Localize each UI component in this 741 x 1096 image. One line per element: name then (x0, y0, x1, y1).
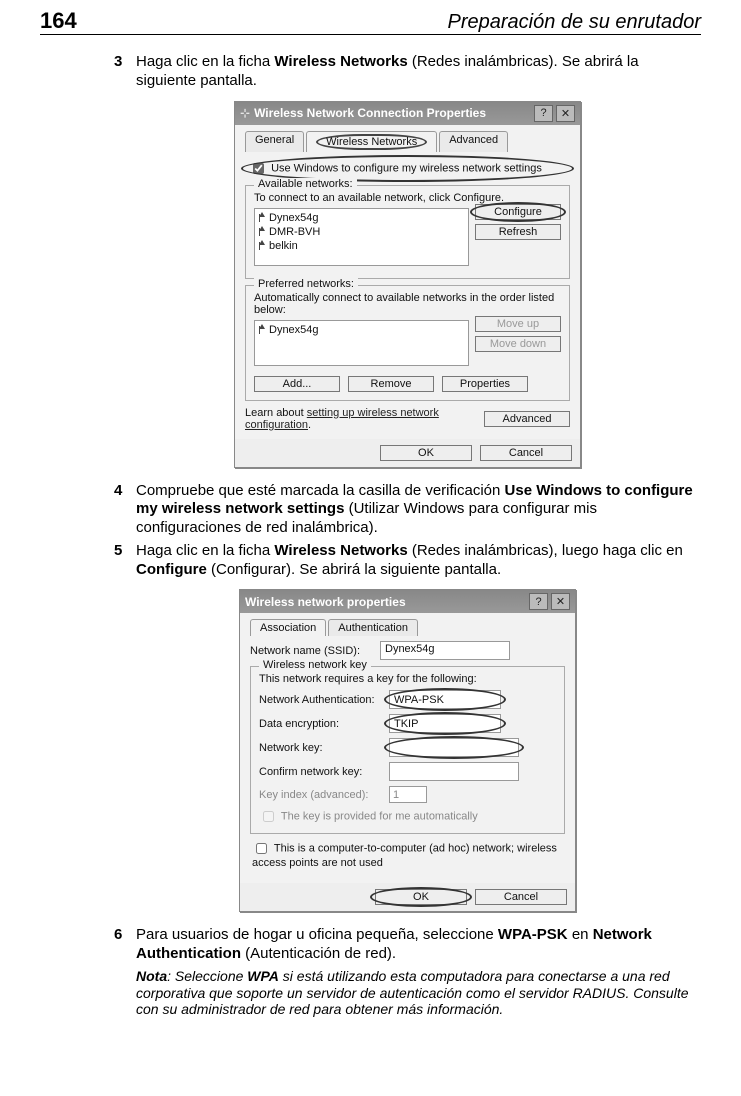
step-number: 5 (114, 542, 136, 580)
available-networks-list[interactable]: Dynex54g DMR-BVH belkin (254, 208, 469, 266)
confirm-key-input[interactable] (389, 762, 519, 781)
page-header: 164 Preparación de su enrutador (40, 8, 701, 35)
advanced-button[interactable]: Advanced (484, 411, 570, 427)
antenna-icon (259, 226, 265, 238)
group-label: Available networks: (254, 178, 357, 190)
key-hint: This network requires a key for the foll… (259, 673, 556, 685)
network-auth-label: Network Authentication: (259, 694, 389, 706)
move-up-button[interactable]: Move up (475, 316, 561, 332)
step-text: Para usuarios de hogar u oficina pequeña… (136, 926, 701, 964)
help-button[interactable]: ? (529, 593, 548, 610)
key-index-spinner: 1 (389, 786, 427, 803)
list-item[interactable]: Dynex54g (257, 323, 466, 337)
ssid-input[interactable]: Dynex54g (380, 641, 510, 660)
auto-key-label: The key is provided for me automatically (281, 811, 478, 823)
use-windows-label: Use Windows to configure my wireless net… (271, 162, 542, 174)
page-number: 164 (40, 8, 77, 34)
tab-general[interactable]: General (245, 131, 304, 152)
note-block: Nota: Seleccione WPA si está utilizando … (136, 968, 701, 1018)
tab-wireless-networks[interactable]: Wireless Networks (306, 131, 437, 152)
list-item[interactable]: Dynex54g (257, 211, 466, 225)
section-title: Preparación de su enrutador (77, 11, 701, 34)
use-windows-checkbox[interactable] (253, 163, 264, 174)
auto-key-checkbox (263, 811, 274, 822)
dialog-title: Wireless network properties (245, 595, 526, 609)
ok-button[interactable]: OK (375, 889, 467, 905)
step-4: 4 Compruebe que esté marcada la casilla … (114, 482, 701, 538)
list-item[interactable]: belkin (257, 239, 466, 253)
screenshot-connection-properties: ⊹ Wireless Network Connection Properties… (234, 101, 581, 468)
close-button[interactable]: ✕ (551, 593, 570, 610)
tab-association[interactable]: Association (250, 619, 326, 636)
step-number: 6 (114, 926, 136, 964)
network-auth-select[interactable]: WPA-PSK (389, 690, 501, 709)
antenna-icon (259, 324, 265, 336)
refresh-button[interactable]: Refresh (475, 224, 561, 240)
confirm-key-label: Confirm network key: (259, 766, 389, 778)
list-item[interactable]: DMR-BVH (257, 225, 466, 239)
preferred-hint: Automatically connect to available netwo… (254, 292, 561, 316)
dialog-titlebar: Wireless network properties ? ✕ (240, 590, 575, 613)
step-number: 4 (114, 482, 136, 538)
remove-button[interactable]: Remove (348, 376, 434, 392)
step-text: Haga clic en la ficha Wireless Networks … (136, 542, 701, 580)
move-down-button[interactable]: Move down (475, 336, 561, 352)
tab-strip: General Wireless Networks Advanced (245, 131, 570, 152)
step-number: 3 (114, 53, 136, 91)
key-index-label: Key index (advanced): (259, 789, 389, 801)
cancel-button[interactable]: Cancel (475, 889, 567, 905)
ssid-label: Network name (SSID): (250, 645, 380, 657)
tab-advanced[interactable]: Advanced (439, 131, 508, 152)
screenshot-wireless-properties: Wireless network properties ? ✕ Associat… (239, 589, 576, 912)
tab-authentication[interactable]: Authentication (328, 619, 418, 636)
adhoc-label: This is a computer-to-computer (ad hoc) … (252, 843, 557, 870)
learn-about-text: Learn about setting up wireless network … (245, 407, 478, 431)
add-button[interactable]: Add... (254, 376, 340, 392)
network-key-input[interactable] (389, 738, 519, 757)
network-key-label: Network key: (259, 742, 389, 754)
configure-button[interactable]: Configure (475, 204, 561, 220)
step-5: 5 Haga clic en la ficha Wireless Network… (114, 542, 701, 580)
step-text: Haga clic en la ficha Wireless Networks … (136, 53, 701, 91)
data-encryption-select[interactable]: TKIP (389, 714, 501, 733)
step-6: 6 Para usuarios de hogar u oficina peque… (114, 926, 701, 964)
antenna-icon (259, 212, 265, 224)
highlight-oval: Use Windows to configure my wireless net… (247, 158, 568, 179)
available-networks-group: Available networks: To connect to an ava… (245, 185, 570, 279)
tab-strip: Association Authentication (250, 619, 565, 636)
ok-button[interactable]: OK (380, 445, 472, 461)
step-3: 3 Haga clic en la ficha Wireless Network… (114, 53, 701, 91)
wireless-network-key-group: Wireless network key This network requir… (250, 666, 565, 834)
preferred-networks-group: Preferred networks: Automatically connec… (245, 285, 570, 401)
app-icon: ⊹ (240, 106, 250, 120)
help-button[interactable]: ? (534, 105, 553, 122)
adhoc-checkbox[interactable] (256, 843, 267, 854)
dialog-title: Wireless Network Connection Properties (254, 106, 531, 120)
group-label: Wireless network key (259, 659, 371, 671)
available-hint: To connect to an available network, clic… (254, 192, 561, 204)
antenna-icon (259, 240, 265, 252)
properties-button[interactable]: Properties (442, 376, 528, 392)
group-label: Preferred networks: (254, 278, 358, 290)
highlight-oval: Wireless Networks (316, 134, 427, 150)
cancel-button[interactable]: Cancel (480, 445, 572, 461)
preferred-networks-list[interactable]: Dynex54g (254, 320, 469, 366)
data-encryption-label: Data encryption: (259, 718, 389, 730)
close-button[interactable]: ✕ (556, 105, 575, 122)
dialog-titlebar: ⊹ Wireless Network Connection Properties… (235, 102, 580, 125)
step-text: Compruebe que esté marcada la casilla de… (136, 482, 701, 538)
